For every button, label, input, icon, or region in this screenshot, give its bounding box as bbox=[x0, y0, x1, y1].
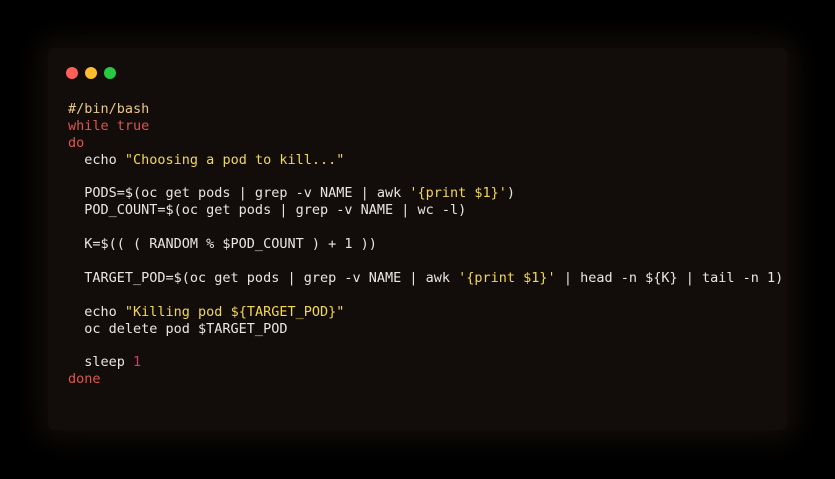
code-token-keyword: done bbox=[68, 371, 101, 388]
window-controls bbox=[66, 67, 116, 79]
code-token-plain: | head -n ${K} | tail -n 1) bbox=[555, 269, 784, 286]
code-token-keyword: true bbox=[108, 117, 150, 134]
code-token-plain: TARGET_POD=$(oc get pods | grep -v NAME … bbox=[68, 269, 459, 286]
code-token-string: "Killing pod ${TARGET_POD}" bbox=[124, 303, 345, 320]
code-line: sleep 1 bbox=[68, 354, 783, 371]
code-token-plain: ) bbox=[506, 185, 516, 202]
code-token-plain: PODS=$(oc get pods | grep -v NAME | awk bbox=[68, 185, 410, 202]
code-token-string: '{print $1}' bbox=[458, 269, 556, 286]
code-token-string: "Choosing a pod to kill..." bbox=[124, 151, 345, 168]
code-window: #/bin/bash while true do echo "Choosing a … bbox=[48, 48, 787, 430]
code-line: #/bin/bash bbox=[68, 101, 783, 118]
code-token-plain: echo bbox=[68, 151, 125, 168]
code-line: echo "Killing pod ${TARGET_POD}" bbox=[68, 304, 783, 321]
maximize-window-button[interactable] bbox=[104, 67, 116, 79]
code-token-plain: oc delete pod $TARGET_POD bbox=[68, 320, 288, 337]
code-block: #/bin/bash while true do echo "Choosing a … bbox=[68, 101, 783, 388]
code-token-plain: K=$(( ( RANDOM % $POD_COUNT ) + 1 )) bbox=[68, 236, 377, 253]
code-token-string: '{print $1}' bbox=[409, 185, 507, 202]
code-line: TARGET_POD=$(oc get pods | grep -v NAME … bbox=[68, 270, 783, 287]
code-token-number: 1 bbox=[133, 354, 142, 371]
code-line: PODS=$(oc get pods | grep -v NAME | awk … bbox=[68, 185, 783, 202]
code-token-keyword: while bbox=[68, 117, 109, 134]
code-token-comment: #/bin/bash bbox=[68, 101, 150, 117]
code-token-plain: echo bbox=[68, 303, 125, 320]
minimize-window-button[interactable] bbox=[85, 67, 97, 79]
code-line: POD_COUNT=$(oc get pods | grep -v NAME |… bbox=[68, 202, 783, 219]
code-token-plain: sleep bbox=[68, 354, 134, 371]
code-line: do bbox=[68, 135, 783, 152]
code-token-keyword: do bbox=[68, 134, 85, 151]
code-line: oc delete pod $TARGET_POD bbox=[68, 321, 783, 338]
code-line: echo "Choosing a pod to kill..." bbox=[68, 152, 783, 169]
code-line: while true bbox=[68, 118, 783, 135]
code-token-plain: POD_COUNT=$(oc get pods | grep -v NAME |… bbox=[68, 202, 467, 219]
close-window-button[interactable] bbox=[66, 67, 78, 79]
code-line: done bbox=[68, 371, 783, 388]
code-line: K=$(( ( RANDOM % $POD_COUNT ) + 1 )) bbox=[68, 236, 783, 253]
screenshot-stage: #/bin/bash while true do echo "Choosing a … bbox=[0, 0, 835, 479]
